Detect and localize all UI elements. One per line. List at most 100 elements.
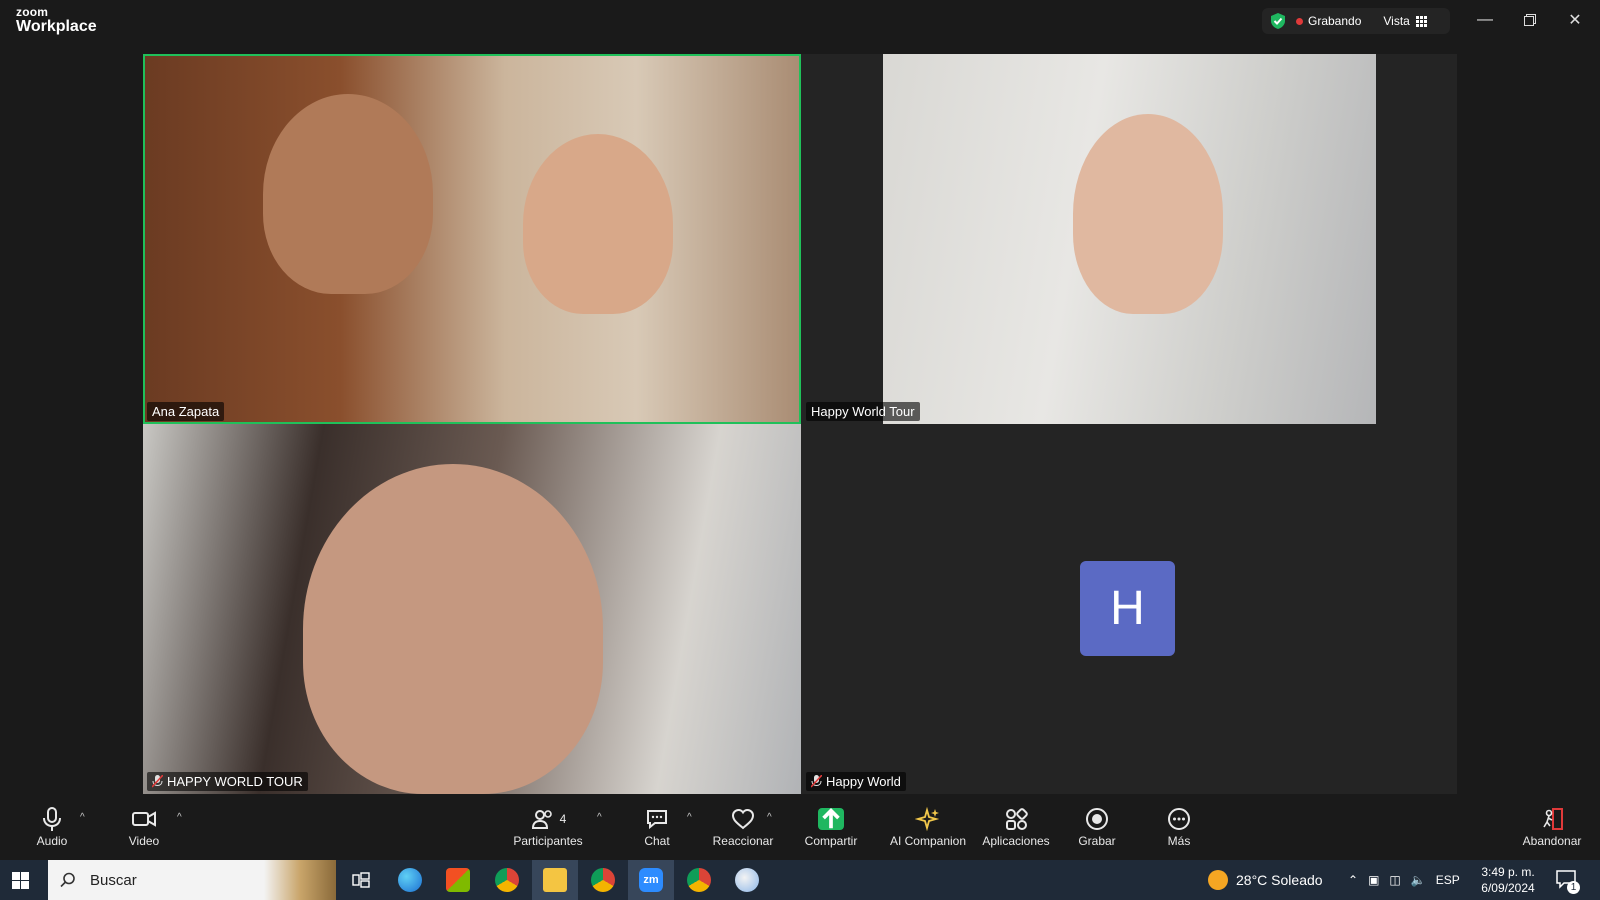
recording-indicator[interactable]: Grabando [1296,14,1361,28]
react-button[interactable]: Reaccionar [698,804,788,848]
sparkle-icon [915,806,940,832]
task-view-button[interactable] [338,860,384,900]
apps-label: Aplicaciones [982,834,1050,848]
close-button[interactable]: ✕ [1560,8,1590,32]
more-icon [1168,808,1190,830]
minimize-button[interactable]: — [1470,8,1500,32]
sun-icon [1208,870,1228,890]
security-shield-icon[interactable] [1270,12,1286,30]
participants-icon [531,810,552,829]
leave-label: Abandonar [1522,834,1582,848]
microphone-icon [43,807,61,831]
language-indicator[interactable]: ESP [1436,873,1460,887]
search-placeholder: Buscar [90,871,137,889]
muted-mic-icon [811,775,822,788]
close-icon: ✕ [1568,12,1582,29]
leave-door-icon [1543,808,1563,830]
paint-icon [735,868,759,892]
chat-button[interactable]: Chat [612,804,702,848]
video-label: Video [128,834,160,848]
video-tile-3[interactable]: HAPPY WORLD TOUR [143,424,801,794]
participants-button[interactable]: 4 Participantes [503,804,593,848]
brand-big: Workplace [16,18,97,35]
apps-button[interactable]: Aplicaciones [970,804,1062,848]
audio-label: Audio [36,834,68,848]
ai-companion-button[interactable]: AI Companion [882,804,974,848]
participant-video [303,464,603,794]
taskbar-edge[interactable] [387,860,433,900]
react-label: Reaccionar [712,834,774,848]
video-options-chevron-icon[interactable]: ^ [177,812,182,823]
grid-icon [1415,15,1427,27]
recording-label: Grabando [1308,14,1362,28]
react-options-chevron-icon[interactable]: ^ [767,812,772,823]
chevron-up-icon[interactable]: ⌃ [1348,873,1358,887]
audio-button[interactable]: Audio [7,804,97,848]
brand-small: zoom [16,5,49,19]
meeting-status-bar: Grabando Vista [1262,8,1450,34]
video-tile-1[interactable]: Ana Zapata [143,54,801,424]
camera-icon [132,811,156,827]
system-tray: ⌃ ▣ ◫ 🔈 ESP [1348,860,1460,900]
windows-taskbar: Buscar zm 28°C Soleado ⌃ ▣ ◫ 🔈 ESP 3:49 … [0,860,1600,900]
view-button[interactable]: Vista [1383,14,1427,28]
taskbar-store[interactable] [435,860,481,900]
meeting-toolbar: Audio ^ Video ^ 4 Participantes ^ Chat ^… [0,800,1600,858]
participants-options-chevron-icon[interactable]: ^ [597,812,602,823]
restore-button[interactable] [1515,8,1545,32]
meet-now-icon[interactable]: ▣ [1368,873,1379,887]
store-icon [446,868,470,892]
network-icon[interactable]: ◫ [1389,873,1400,887]
chat-icon [647,810,667,830]
view-label: Vista [1383,14,1410,28]
volume-icon[interactable]: 🔈 [1411,873,1426,887]
recording-dot-icon [1296,17,1303,25]
edge-browser-icon [398,868,422,892]
participants-label: Participantes [513,834,583,848]
weather-widget[interactable]: 28°C Soleado [1208,860,1323,900]
more-button[interactable]: Más [1134,804,1224,848]
search-highlight-image-icon [264,860,336,900]
zoom-app-icon: zm [639,868,663,892]
taskbar-zoom[interactable]: zm [628,860,674,900]
audio-options-chevron-icon[interactable]: ^ [80,812,85,823]
muted-mic-icon [152,775,163,788]
leave-button[interactable]: Abandonar [1506,804,1598,848]
participant-video [883,54,1376,424]
record-label: Grabar [1078,834,1116,848]
share-label: Compartir [804,834,858,848]
chat-options-chevron-icon[interactable]: ^ [687,812,692,823]
windows-start-icon[interactable] [12,872,29,889]
heart-icon [731,808,755,830]
video-button[interactable]: Video [99,804,189,848]
taskbar-chrome-2[interactable] [676,860,722,900]
participant-avatar: H [1080,561,1175,656]
tile-name-label: Happy World Tour [806,402,920,421]
taskbar-file-explorer[interactable] [532,860,578,900]
taskbar-search-box[interactable]: Buscar [48,860,336,900]
video-tile-2[interactable]: Happy World Tour [802,54,1457,424]
tile-name-label: Ana Zapata [147,402,225,421]
participant-video-2 [523,134,673,314]
taskbar-paint[interactable] [724,860,770,900]
participants-count: 4 [559,812,567,826]
chrome-icon-2 [687,868,711,892]
taskbar-chrome-profile[interactable] [580,860,626,900]
record-button[interactable]: Grabar [1052,804,1142,848]
taskbar-clock[interactable]: 3:49 p. m. 6/09/2024 [1474,864,1542,896]
weather-text: 28°C Soleado [1236,872,1323,888]
minimize-icon: — [1477,11,1493,28]
clock-date: 6/09/2024 [1481,881,1535,895]
ai-companion-label: AI Companion [889,834,967,848]
restore-icon [1524,14,1536,26]
taskbar-chrome[interactable] [484,860,530,900]
record-icon [1086,808,1108,830]
share-button[interactable]: Compartir [786,804,876,848]
chrome-icon [495,868,519,892]
apps-icon [1006,808,1028,830]
title-bar: zoom Workplace Grabando Vista — ✕ [0,0,1600,44]
task-view-icon [352,872,370,888]
tile-name-label: Happy World [806,772,906,791]
chat-label: Chat [644,834,670,848]
notification-center-button[interactable]: 1 [1556,870,1580,894]
